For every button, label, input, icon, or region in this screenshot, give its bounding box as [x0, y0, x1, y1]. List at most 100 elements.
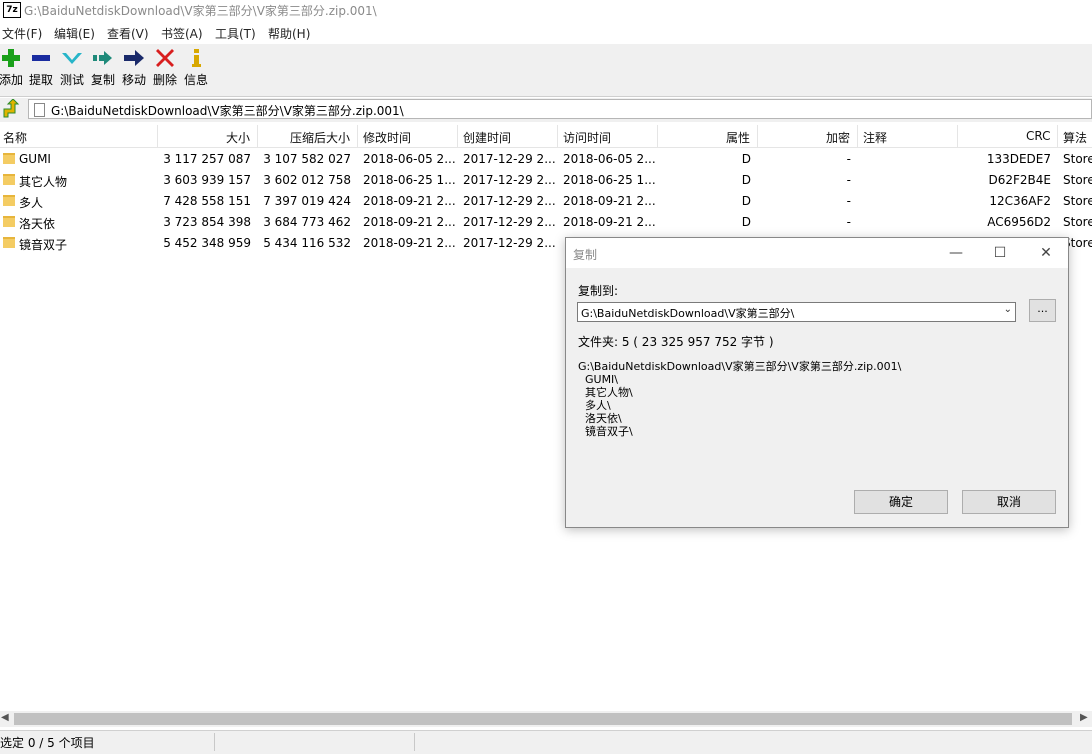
- row-packed: 7 397 019 424: [263, 194, 351, 208]
- menu-view[interactable]: 查看(V): [107, 25, 149, 42]
- add-label: 添加: [0, 73, 23, 87]
- folder-icon: [3, 195, 15, 206]
- row-accessed: 2018-06-05 2...: [563, 152, 656, 166]
- row-name: 镜音双子: [19, 238, 68, 252]
- cancel-button[interactable]: 取消: [962, 490, 1056, 514]
- row-method: Store: [1063, 194, 1092, 208]
- chevron-down-icon[interactable]: ⌄: [1004, 304, 1012, 315]
- up-folder-button[interactable]: [2, 98, 20, 119]
- col-packed-size[interactable]: 压缩后大小: [290, 129, 350, 146]
- minimize-icon[interactable]: —: [941, 242, 971, 264]
- folder-summary: 文件夹: 5 ( 23 325 957 752 字节 ): [578, 335, 774, 349]
- close-icon[interactable]: ✕: [1031, 242, 1061, 264]
- destination-path-value: G:\BaiduNetdiskDownload\V家第三部分\: [581, 307, 795, 320]
- row-attributes: D: [741, 194, 751, 208]
- col-accessed[interactable]: 访问时间: [563, 129, 611, 146]
- move-label: 移动: [121, 73, 146, 87]
- col-method[interactable]: 算法: [1063, 129, 1087, 146]
- copy-arrow-icon: [93, 51, 112, 65]
- row-encrypted: -: [846, 215, 851, 229]
- test-button[interactable]: 测试: [57, 48, 87, 94]
- col-crc[interactable]: CRC: [1026, 129, 1051, 143]
- move-button[interactable]: 移动: [119, 48, 149, 94]
- col-created[interactable]: 创建时间: [463, 129, 511, 146]
- horizontal-scrollbar[interactable]: ◀ ▶: [0, 711, 1092, 727]
- info-icon: [192, 49, 201, 67]
- menu-file[interactable]: 文件(F): [2, 25, 42, 42]
- menu-bar: 文件(F) 编辑(E) 查看(V) 书签(A) 工具(T) 帮助(H): [0, 22, 1092, 45]
- row-name: 洛天依: [19, 217, 56, 231]
- tree-item: GUMI\: [578, 373, 619, 386]
- row-created: 2017-12-29 2...: [463, 215, 556, 229]
- row-encrypted: -: [846, 152, 851, 166]
- test-label: 测试: [59, 73, 84, 87]
- source-tree: G:\BaiduNetdiskDownload\V家第三部分\V家第三部分.zi…: [578, 360, 901, 438]
- col-modified[interactable]: 修改时间: [363, 129, 411, 146]
- address-path: G:\BaiduNetdiskDownload\V家第三部分\V家第三部分.zi…: [51, 104, 404, 118]
- row-packed: 3 107 582 027: [263, 152, 351, 166]
- tree-item: 其它人物\: [578, 386, 633, 399]
- col-size[interactable]: 大小: [226, 129, 250, 146]
- dialog-title: 复制: [573, 248, 598, 262]
- destination-path-combo[interactable]: G:\BaiduNetdiskDownload\V家第三部分\ ⌄: [577, 302, 1016, 322]
- scroll-left-icon[interactable]: ◀: [1, 712, 9, 723]
- menu-tools[interactable]: 工具(T): [215, 25, 256, 42]
- tree-item: 多人\: [578, 399, 611, 412]
- menu-bookmarks[interactable]: 书签(A): [161, 25, 203, 42]
- browse-button[interactable]: ...: [1029, 299, 1056, 322]
- delete-button[interactable]: 删除: [150, 48, 180, 94]
- copy-dialog: 复制 — ☐ ✕ 复制到: G:\BaiduNetdiskDownload\V家…: [565, 237, 1069, 528]
- delete-label: 删除: [152, 73, 177, 87]
- row-modified: 2018-09-21 2...: [363, 194, 456, 208]
- folder-icon: [3, 153, 15, 164]
- address-field[interactable]: G:\BaiduNetdiskDownload\V家第三部分\V家第三部分.zi…: [28, 99, 1092, 119]
- folder-icon: [3, 237, 15, 248]
- maximize-icon[interactable]: ☐: [985, 242, 1015, 264]
- menu-help[interactable]: 帮助(H): [268, 25, 310, 42]
- info-button[interactable]: 信息: [181, 48, 211, 94]
- row-method: Store: [1063, 215, 1092, 229]
- table-row[interactable]: 多人 7 428 558 151 7 397 019 424 2018-09-2…: [0, 191, 1092, 212]
- col-comment[interactable]: 注释: [863, 129, 887, 146]
- row-packed: 3 684 773 462: [263, 215, 351, 229]
- copy-button[interactable]: 复制: [88, 48, 118, 94]
- row-encrypted: -: [846, 173, 851, 187]
- table-row[interactable]: 洛天依 3 723 854 398 3 684 773 462 2018-09-…: [0, 212, 1092, 233]
- menu-edit[interactable]: 编辑(E): [54, 25, 95, 42]
- row-modified: 2018-09-21 2...: [363, 236, 456, 250]
- col-encrypted[interactable]: 加密: [826, 129, 850, 146]
- tree-item: 镜音双子\: [578, 425, 633, 438]
- row-size: 3 117 257 087: [163, 152, 251, 166]
- tree-root: G:\BaiduNetdiskDownload\V家第三部分\V家第三部分.zi…: [578, 360, 902, 373]
- window-title: G:\BaiduNetdiskDownload\V家第三部分\V家第三部分.zi…: [24, 4, 377, 18]
- row-created: 2017-12-29 2...: [463, 173, 556, 187]
- file-icon: [34, 103, 45, 117]
- dialog-title-bar: 复制 — ☐ ✕: [566, 238, 1068, 268]
- title-bar: 7z G:\BaiduNetdiskDownload\V家第三部分\V家第三部分…: [0, 0, 1092, 20]
- status-selection: 选定 0 / 5 个项目: [0, 736, 95, 750]
- row-packed: 3 602 012 758: [263, 173, 351, 187]
- row-modified: 2018-06-25 1...: [363, 173, 456, 187]
- add-button[interactable]: 添加: [0, 48, 26, 94]
- ok-button[interactable]: 确定: [854, 490, 948, 514]
- row-accessed: 2018-09-21 2...: [563, 215, 656, 229]
- copy-label: 复制: [90, 73, 115, 87]
- table-row[interactable]: GUMI 3 117 257 087 3 107 582 027 2018-06…: [0, 149, 1092, 170]
- copy-to-label: 复制到:: [578, 284, 619, 298]
- row-accessed: 2018-06-25 1...: [563, 173, 656, 187]
- extract-button[interactable]: 提取: [26, 48, 56, 94]
- col-attributes[interactable]: 属性: [726, 129, 750, 146]
- row-created: 2017-12-29 2...: [463, 236, 556, 250]
- extract-label: 提取: [28, 73, 53, 87]
- row-size: 3 603 939 157: [163, 173, 251, 187]
- toolbar: 添加 提取 测试 复制 移动 删除 信息: [0, 44, 1092, 97]
- col-name[interactable]: 名称: [3, 129, 27, 146]
- scroll-thumb[interactable]: [14, 713, 1072, 725]
- minus-icon: [32, 55, 50, 61]
- folder-icon: [3, 174, 15, 185]
- tree-item: 洛天依\: [578, 412, 622, 425]
- row-attributes: D: [741, 152, 751, 166]
- scroll-right-icon[interactable]: ▶: [1080, 712, 1088, 723]
- table-row[interactable]: 其它人物 3 603 939 157 3 602 012 758 2018-06…: [0, 170, 1092, 191]
- row-modified: 2018-06-05 2...: [363, 152, 456, 166]
